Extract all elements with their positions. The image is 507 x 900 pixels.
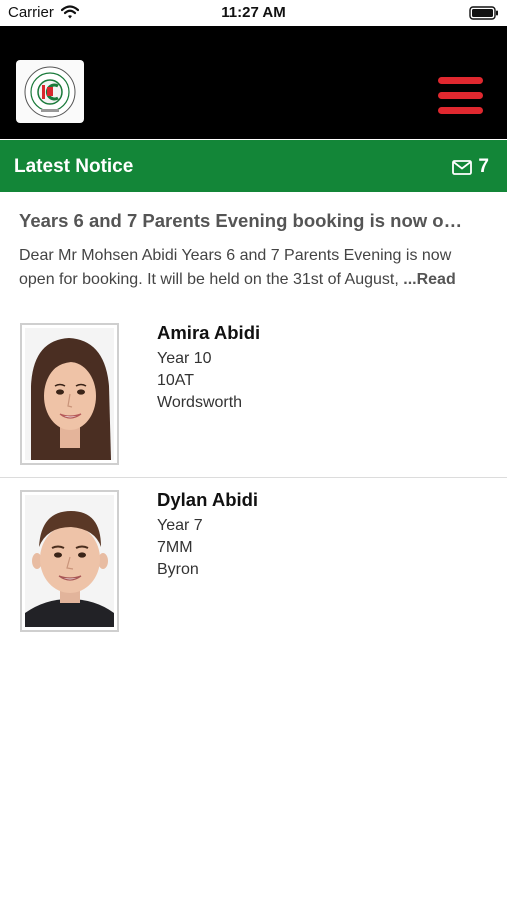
notice-body-text: Dear Mr Mohsen Abidi Years 6 and 7 Paren… xyxy=(19,247,452,288)
latest-notice-bar[interactable]: Latest Notice 7 xyxy=(0,140,507,192)
clock: 11:27 AM xyxy=(221,4,286,21)
student-photo xyxy=(20,323,119,465)
status-bar: Carrier 11:27 AM xyxy=(0,0,507,26)
student-row[interactable]: Amira Abidi Year 10 10AT Wordsworth xyxy=(0,310,507,478)
student-year: Year 10 xyxy=(157,350,212,367)
school-logo[interactable] xyxy=(16,60,84,123)
student-year: Year 7 xyxy=(157,517,203,534)
battery-icon xyxy=(469,6,498,20)
hamburger-menu-icon[interactable] xyxy=(438,77,483,115)
student-name: Amira Abidi xyxy=(157,322,261,343)
student-info: Amira Abidi Year 10 10AT Wordsworth xyxy=(157,322,260,414)
student-house: Byron xyxy=(157,561,199,578)
student-row[interactable]: Dylan Abidi Year 7 7MM Byron xyxy=(0,478,507,646)
notice-heading: Years 6 and 7 Parents Evening booking is… xyxy=(19,210,463,231)
notice-count: 7 xyxy=(478,156,489,177)
student-name: Dylan Abidi xyxy=(157,489,259,510)
read-more-link[interactable]: ...Read xyxy=(403,271,455,288)
notice-bar-title: Latest Notice xyxy=(14,156,134,177)
student-photo xyxy=(20,490,119,632)
boy-portrait-icon xyxy=(25,495,114,627)
girl-portrait-icon xyxy=(25,328,114,460)
school-crest-icon xyxy=(24,66,76,118)
student-form: 10AT xyxy=(157,372,195,389)
student-form: 7MM xyxy=(157,539,193,556)
student-house: Wordsworth xyxy=(157,394,243,411)
notice-body: Dear Mr Mohsen Abidi Years 6 and 7 Paren… xyxy=(19,244,487,292)
notice-count-badge[interactable]: 7 xyxy=(452,156,489,178)
envelope-icon xyxy=(452,159,473,175)
notice-card[interactable]: Years 6 and 7 Parents Evening booking is… xyxy=(19,210,487,292)
app-header xyxy=(0,26,507,139)
student-info: Dylan Abidi Year 7 7MM Byron xyxy=(157,489,258,581)
